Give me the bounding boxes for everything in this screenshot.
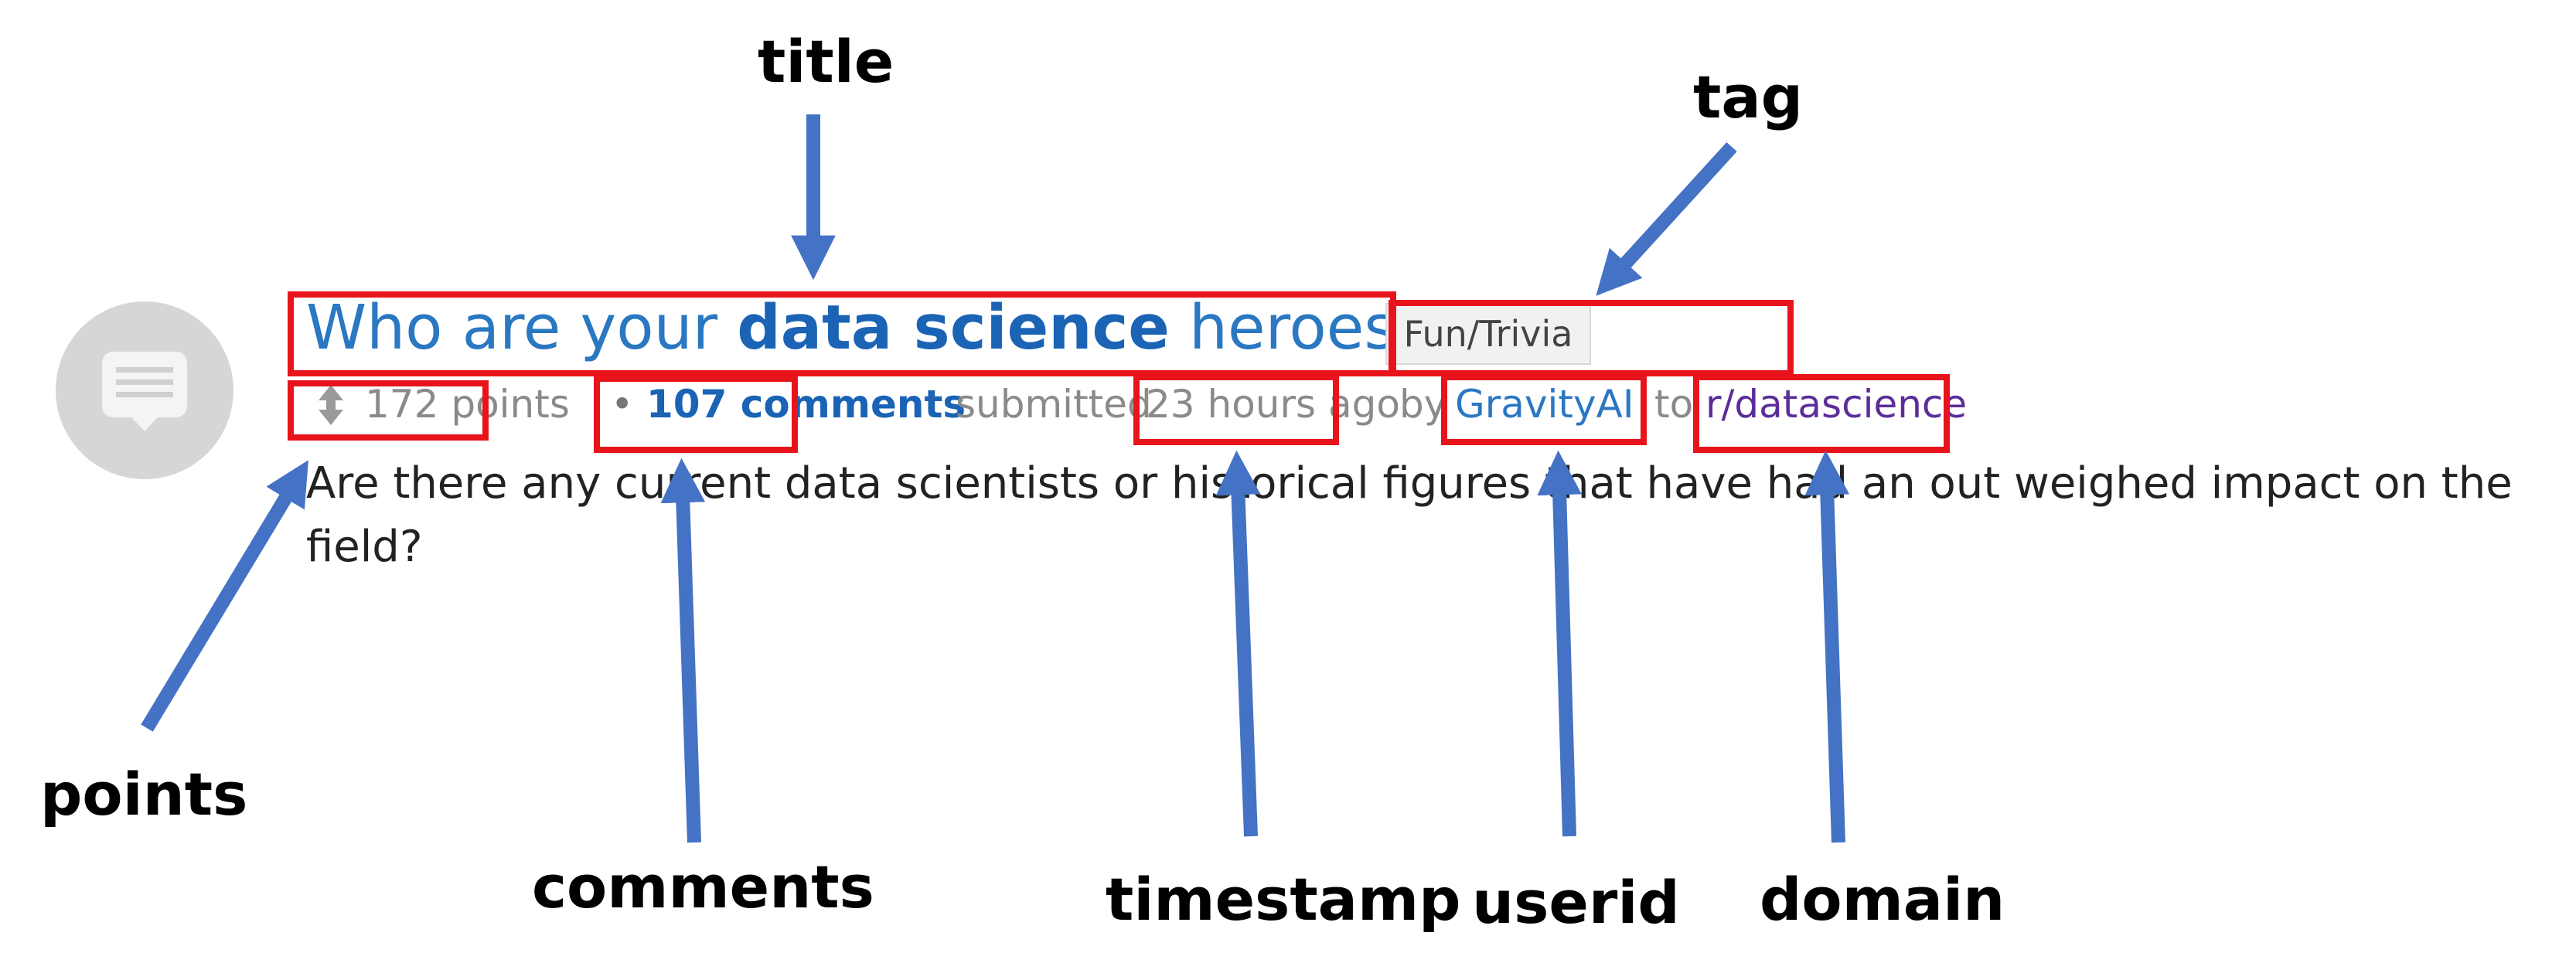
- userid-arrow: [1537, 450, 1582, 837]
- label-userid: userid: [1472, 868, 1680, 937]
- comments-arrow: [660, 458, 706, 843]
- points-arrow: [141, 460, 308, 732]
- label-timestamp: timestamp: [1106, 865, 1461, 934]
- label-comments: comments: [532, 853, 874, 921]
- annotation-arrows: [141, 114, 1850, 843]
- label-tag: tag: [1693, 63, 1804, 131]
- domain-arrow: [1804, 450, 1850, 843]
- label-domain: domain: [1760, 865, 2005, 934]
- tag-arrow: [1596, 141, 1737, 296]
- label-points: points: [40, 760, 248, 829]
- timestamp-arrow: [1215, 450, 1261, 837]
- label-title: title: [758, 27, 894, 96]
